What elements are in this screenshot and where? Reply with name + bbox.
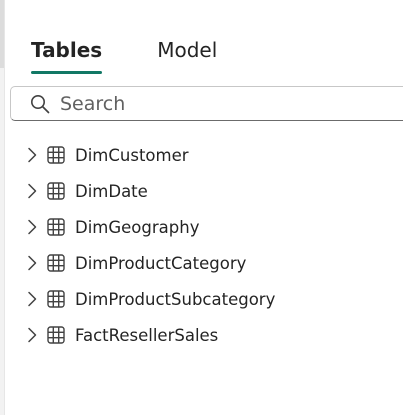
table-item-dimcustomer[interactable]: DimCustomer	[22, 137, 275, 173]
pane-tabs: Tables Model	[20, 34, 228, 76]
tab-model[interactable]: Model	[146, 34, 228, 76]
pane-left-border-top	[0, 0, 4, 68]
table-icon	[46, 289, 66, 309]
chevron-right-icon[interactable]	[22, 145, 42, 165]
search-icon	[31, 95, 50, 114]
chevron-right-icon[interactable]	[22, 217, 42, 237]
table-list: DimCustomer DimDate DimGeography DimProd…	[22, 137, 275, 353]
table-item-dimproductsubcategory[interactable]: DimProductSubcategory	[22, 281, 275, 317]
table-item-dimgeography[interactable]: DimGeography	[22, 209, 275, 245]
table-name: DimGeography	[75, 217, 200, 237]
table-name: DimCustomer	[75, 145, 189, 165]
table-name: DimProductSubcategory	[75, 289, 276, 309]
chevron-right-icon[interactable]	[22, 325, 42, 345]
search-input[interactable]	[60, 91, 400, 117]
data-pane: Tables Model DimCustomer DimDate	[0, 0, 403, 415]
chevron-right-icon[interactable]	[22, 253, 42, 273]
tab-tables[interactable]: Tables	[20, 34, 113, 76]
table-name: DimProductCategory	[75, 253, 247, 273]
table-item-dimdate[interactable]: DimDate	[22, 173, 275, 209]
table-name: FactResellerSales	[75, 325, 219, 345]
chevron-right-icon[interactable]	[22, 289, 42, 309]
table-item-dimproductcategory[interactable]: DimProductCategory	[22, 245, 275, 281]
table-icon	[46, 253, 66, 273]
table-icon	[46, 325, 66, 345]
table-icon	[46, 181, 66, 201]
table-icon	[46, 145, 66, 165]
table-name: DimDate	[75, 181, 148, 201]
chevron-right-icon[interactable]	[22, 181, 42, 201]
search-box[interactable]	[10, 86, 403, 121]
table-icon	[46, 217, 66, 237]
table-item-factresellersales[interactable]: FactResellerSales	[22, 317, 275, 353]
